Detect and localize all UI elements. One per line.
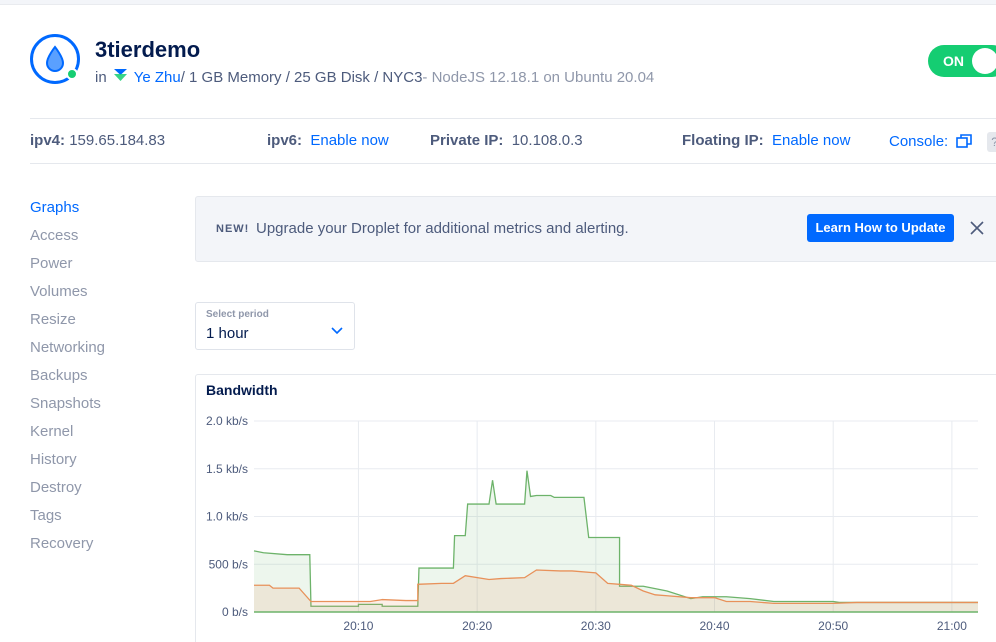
y-tick-label: 1.5 kb/s	[206, 462, 248, 476]
sidebar-item-resize[interactable]: Resize	[30, 310, 180, 338]
x-tick-label: 20:50	[818, 619, 848, 633]
ipv4-label: ipv4:	[30, 132, 66, 149]
private-ip-label: Private IP:	[430, 132, 504, 149]
team-icon	[113, 68, 128, 87]
bandwidth-graph: Bandwidth 2.0 kb/s 1.5 kb/s 1.0 kb/s 500 b/…	[195, 374, 996, 642]
sidebar-item-history[interactable]: History	[30, 450, 180, 478]
new-badge: NEW!	[216, 223, 250, 235]
power-toggle[interactable]: ON	[928, 45, 996, 77]
ipv6-label: ipv6:	[267, 132, 303, 149]
droplet-specs: / 1 GB Memory / 25 GB Disk / NYC3	[180, 69, 423, 86]
external-window-icon[interactable]	[956, 134, 973, 152]
console-info: Console: ?	[889, 132, 996, 152]
ipv6-enable-link[interactable]: Enable now	[310, 132, 388, 149]
y-tick-label: 0 b/s	[222, 605, 248, 619]
period-caption: Select period	[206, 309, 269, 320]
online-status-dot	[66, 68, 78, 80]
network-info-row: ipv4: 159.65.184.83 ipv6: Enable now Pri…	[30, 118, 996, 164]
sidebar-item-snapshots[interactable]: Snapshots	[30, 394, 180, 422]
floating-ip-info: Floating IP: Enable now	[682, 132, 850, 149]
power-toggle-knob	[972, 48, 996, 74]
droplet-name: 3tierdemo	[95, 37, 201, 62]
y-tick-label: 1.0 kb/s	[206, 510, 248, 524]
x-tick-label: 20:40	[699, 619, 729, 633]
x-tick-label: 20:20	[462, 619, 492, 633]
droplet-subline: in Ye Zhu / 1 GB Memory / 25 GB Disk / N…	[95, 68, 654, 87]
x-tick-label: 20:30	[581, 619, 611, 633]
period-select[interactable]: Select period 1 hour	[195, 302, 355, 350]
ipv4-info: ipv4: 159.65.184.83	[30, 132, 165, 149]
sidebar-item-backups[interactable]: Backups	[30, 366, 180, 394]
banner-message: Upgrade your Droplet for additional metr…	[256, 220, 629, 237]
x-tick-label: 21:00	[937, 619, 967, 633]
upgrade-banner: NEW! Upgrade your Droplet for additional…	[195, 196, 996, 262]
top-bar	[0, 0, 996, 5]
in-label: in	[95, 69, 107, 86]
droplet-header: 3tierdemo in Ye Zhu / 1 GB Memory / 25 G…	[30, 32, 996, 92]
sidebar-item-recovery[interactable]: Recovery	[30, 534, 180, 562]
private-ip-value: 10.108.0.3	[511, 132, 583, 149]
team-link[interactable]: Ye Zhu	[134, 69, 181, 86]
sidebar-item-power[interactable]: Power	[30, 254, 180, 282]
droplet-image: - NodeJS 12.18.1 on Ubuntu 20.04	[422, 69, 655, 86]
sidebar-item-kernel[interactable]: Kernel	[30, 422, 180, 450]
sidebar-item-graphs[interactable]: Graphs	[30, 198, 180, 226]
chevron-down-icon	[330, 323, 344, 341]
floating-ip-enable-link[interactable]: Enable now	[772, 132, 850, 149]
sidebar-item-destroy[interactable]: Destroy	[30, 478, 180, 506]
learn-how-to-update-button[interactable]: Learn How to Update	[807, 214, 954, 242]
droplet-icon	[30, 34, 80, 84]
floating-ip-label: Floating IP:	[682, 132, 764, 149]
sidebar-item-access[interactable]: Access	[30, 226, 180, 254]
power-toggle-label: ON	[943, 53, 964, 69]
bandwidth-chart: 2.0 kb/s 1.5 kb/s 1.0 kb/s 500 b/s 0 b/s 20:1…	[206, 414, 978, 633]
sidebar-item-networking[interactable]: Networking	[30, 338, 180, 366]
help-icon[interactable]: ?	[986, 132, 996, 152]
close-icon[interactable]	[968, 219, 986, 237]
private-ip-info: Private IP: 10.108.0.3	[430, 132, 583, 149]
ipv4-value: 159.65.184.83	[69, 132, 166, 149]
sidebar-item-tags[interactable]: Tags	[30, 506, 180, 534]
x-tick-label: 20:10	[343, 619, 373, 633]
droplet-sidebar: Graphs Access Power Volumes Resize Netwo…	[30, 198, 180, 562]
period-value: 1 hour	[206, 325, 249, 342]
y-tick-label: 500 b/s	[209, 557, 248, 571]
console-link[interactable]: Console:	[889, 133, 948, 150]
ipv6-info: ipv6: Enable now	[267, 132, 389, 149]
sidebar-item-volumes[interactable]: Volumes	[30, 282, 180, 310]
y-tick-label: 2.0 kb/s	[206, 414, 248, 428]
